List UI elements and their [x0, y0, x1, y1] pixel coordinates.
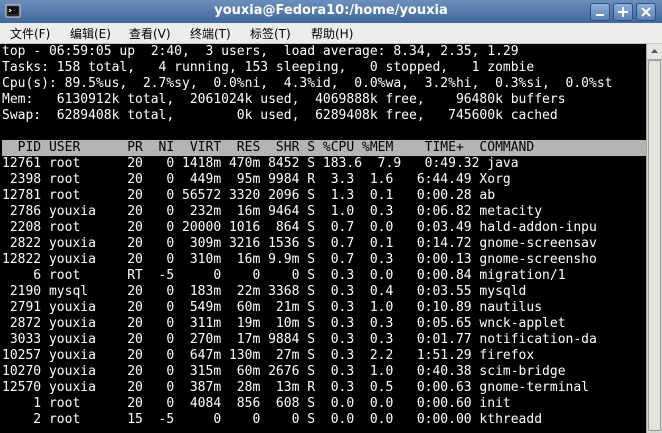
maximize-button[interactable] — [613, 3, 633, 21]
summary-swap: Swap: 6289408k total, 0k used, 6289408k … — [2, 108, 558, 123]
maximize-icon — [618, 7, 628, 17]
terminal-window: youxia@Fedora10:/home/youxia 文件(F) 编辑(E)… — [0, 0, 662, 433]
menu-file[interactable]: 文件(F) — [10, 25, 50, 42]
title-bar[interactable]: youxia@Fedora10:/home/youxia — [0, 0, 662, 24]
scroll-up-button[interactable] — [647, 44, 662, 60]
process-row: 2208 root 20 0 20000 1016 864 S 0.7 0.0 … — [2, 220, 597, 235]
close-icon — [641, 7, 651, 17]
scroll-thumb[interactable] — [648, 60, 661, 431]
process-table-header: PID USER PR NI VIRT RES SHR S %CPU %MEM … — [2, 140, 646, 156]
menu-help[interactable]: 帮助(H) — [311, 25, 353, 42]
vertical-scrollbar[interactable] — [646, 44, 662, 433]
menu-edit[interactable]: 编辑(E) — [70, 25, 111, 42]
menu-view[interactable]: 查看(V) — [129, 25, 171, 42]
window-title: youxia@Fedora10:/home/youxia — [214, 3, 448, 18]
process-row: 12781 root 20 0 56572 3320 2096 S 1.3 0.… — [2, 188, 496, 203]
close-button[interactable] — [636, 3, 656, 21]
process-row: 10257 youxia 20 0 647m 130m 27m S 0.3 2.… — [2, 348, 535, 363]
minimize-button[interactable] — [590, 3, 610, 21]
summary-mem: Mem: 6130912k total, 2061024k used, 4069… — [2, 92, 566, 107]
process-row: 1 root 20 0 4084 856 608 S 0.0 0.0 0:00.… — [2, 396, 511, 411]
summary-cpu: Cpu(s): 89.5%us, 2.7%sy, 0.0%ni, 4.3%id,… — [2, 76, 613, 91]
process-row: 2 root 15 -5 0 0 0 S 0.0 0.0 0:00.00 kth… — [2, 412, 543, 427]
process-row: 2786 youxia 20 0 232m 16m 9464 S 1.0 0.3… — [2, 204, 543, 219]
process-row: 3033 youxia 20 0 270m 17m 9884 S 0.3 0.3… — [2, 332, 597, 347]
terminal-output[interactable]: top - 06:59:05 up 2:40, 3 users, load av… — [2, 44, 646, 433]
summary-tasks: Tasks: 158 total, 4 running, 153 sleepin… — [2, 60, 535, 75]
minimize-icon — [596, 14, 604, 16]
process-row: 2791 youxia 20 0 549m 60m 21m S 0.3 1.0 … — [2, 300, 543, 315]
summary-uptime: top - 06:59:05 up 2:40, 3 users, load av… — [2, 44, 519, 59]
menu-tabs[interactable]: 标签(T) — [250, 25, 291, 42]
process-row: 2872 youxia 20 0 311m 19m 10m S 0.3 0.3 … — [2, 316, 566, 331]
process-row: 12570 youxia 20 0 387m 28m 13m R 0.3 0.5… — [2, 380, 589, 395]
menu-bar: 文件(F) 编辑(E) 查看(V) 终端(T) 标签(T) 帮助(H) — [0, 23, 662, 44]
process-row: 12761 root 20 0 1418m 470m 8452 S 183.6 … — [2, 156, 519, 171]
process-row: 12822 youxia 20 0 310m 16m 9.9m S 0.7 0.… — [2, 252, 597, 267]
process-row: 10270 youxia 20 0 315m 60m 2676 S 0.3 1.… — [2, 364, 566, 379]
process-row: 2398 root 20 0 449m 95m 9984 R 3.3 1.6 6… — [2, 172, 511, 187]
scroll-up-arrow-icon — [651, 49, 658, 53]
process-row: 2822 youxia 20 0 309m 3216 1536 S 0.7 0.… — [2, 236, 597, 251]
process-row: 6 root RT -5 0 0 0 S 0.3 0.0 0:00.84 mig… — [2, 268, 566, 283]
menu-terminal[interactable]: 终端(T) — [190, 25, 231, 42]
process-row: 2190 mysql 20 0 183m 22m 3368 S 0.3 0.4 … — [2, 284, 527, 299]
